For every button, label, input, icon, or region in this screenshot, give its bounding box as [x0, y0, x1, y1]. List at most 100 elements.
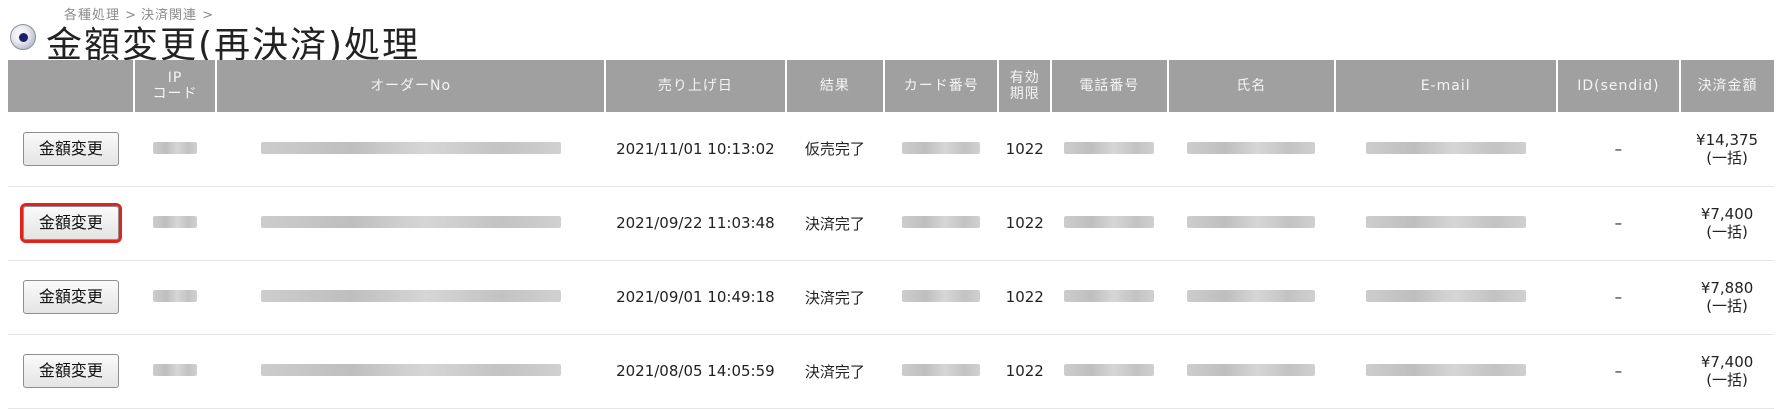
- ip-code-cell: [133, 112, 217, 187]
- order-no-cell: [216, 112, 606, 187]
- column-header-email: E-mail: [1334, 60, 1558, 112]
- redacted-card-no: [902, 216, 981, 228]
- redacted-name: [1187, 364, 1316, 376]
- column-header-name: 氏名: [1167, 60, 1336, 112]
- change-amount-button[interactable]: 金額変更: [22, 280, 119, 314]
- name-cell: [1167, 334, 1335, 409]
- name-cell: [1167, 260, 1335, 335]
- redacted-ip-code: [152, 216, 197, 228]
- column-header-ip-code-line2: コード: [152, 86, 198, 102]
- amount-value: ¥7,400: [1700, 205, 1754, 223]
- redacted-order-no: [260, 141, 561, 154]
- column-header-expiry-line1: 有効: [1009, 69, 1040, 86]
- amount-value: ¥14,375: [1696, 130, 1759, 149]
- order-no-cell: [216, 260, 606, 335]
- title-bullet-icon: [10, 24, 36, 50]
- transactions-table: IP コード オーダーNo 売り上げ日 結果 カード番号 有効 期限 電話番号 …: [8, 60, 1774, 409]
- payment-type: (一括): [1706, 371, 1748, 389]
- column-header-phone: 電話番号: [1051, 60, 1169, 112]
- id-sendid-cell: –: [1556, 186, 1681, 261]
- redacted-phone: [1064, 364, 1155, 376]
- card-no-cell: [884, 260, 999, 335]
- sale-date-cell: 2021/09/22 11:03:48: [605, 186, 786, 261]
- email-cell: [1334, 260, 1557, 335]
- card-no-cell: [884, 112, 999, 187]
- sale-date-cell: 2021/08/05 14:05:59: [605, 334, 786, 409]
- column-header-amount: 決済金額: [1680, 60, 1774, 112]
- amount-cell: ¥7,880 (一括): [1680, 260, 1774, 335]
- phone-cell: [1051, 186, 1168, 261]
- redacted-name: [1187, 141, 1316, 154]
- redacted-order-no: [260, 216, 561, 228]
- phone-cell: [1051, 112, 1168, 187]
- sale-date-cell: 2021/09/01 10:49:18: [605, 260, 786, 335]
- order-no-cell: [216, 186, 606, 261]
- amount-cell: ¥7,400 (一括): [1680, 334, 1774, 409]
- id-sendid-cell: –: [1556, 334, 1681, 409]
- email-cell: [1334, 186, 1557, 261]
- result-cell: 決済完了: [785, 186, 885, 261]
- sale-date-cell: 2021/11/01 10:13:02: [605, 112, 786, 187]
- redacted-ip-code: [152, 290, 197, 302]
- column-header-id-sendid: ID(sendid): [1556, 60, 1682, 112]
- column-header-ip-code: IP コード: [133, 60, 218, 112]
- redacted-email: [1365, 364, 1526, 376]
- column-header-expiry: 有効 期限: [998, 60, 1053, 112]
- result-cell: 決済完了: [785, 334, 885, 409]
- redacted-ip-code: [152, 141, 197, 154]
- redacted-phone: [1064, 141, 1155, 154]
- table-row: 金額変更 2021/08/05 14:05:59 決済完了 1022 – ¥7,…: [8, 334, 1774, 409]
- card-no-cell: [884, 334, 999, 409]
- redacted-order-no: [260, 364, 561, 376]
- expiry-cell: 1022: [998, 334, 1052, 409]
- change-amount-button[interactable]: 金額変更: [22, 354, 119, 388]
- redacted-name: [1187, 216, 1316, 228]
- expiry-cell: 1022: [998, 260, 1052, 335]
- redacted-card-no: [902, 364, 981, 376]
- change-amount-button[interactable]: 金額変更: [22, 131, 119, 166]
- phone-cell: [1051, 260, 1168, 335]
- change-amount-button-highlighted[interactable]: 金額変更: [22, 206, 119, 240]
- payment-type: (一括): [1706, 223, 1748, 241]
- payment-type: (一括): [1706, 148, 1748, 167]
- ip-code-cell: [133, 186, 217, 261]
- order-no-cell: [216, 334, 606, 409]
- table-header-row: IP コード オーダーNo 売り上げ日 結果 カード番号 有効 期限 電話番号 …: [8, 60, 1774, 112]
- column-header-order-no: オーダーNo: [216, 60, 607, 112]
- amount-cell: ¥7,400 (一括): [1680, 186, 1774, 261]
- table-row: 金額変更 2021/09/22 11:03:48 決済完了 1022 – ¥7,…: [8, 186, 1774, 261]
- id-sendid-cell: –: [1556, 260, 1681, 335]
- redacted-ip-code: [152, 364, 197, 376]
- amount-cell: ¥14,375 (一括): [1680, 112, 1774, 187]
- column-header-expiry-line2: 期限: [1009, 86, 1040, 102]
- redacted-phone: [1064, 216, 1155, 228]
- column-header-card-no: カード番号: [884, 60, 1000, 112]
- ip-code-cell: [133, 334, 217, 409]
- redacted-order-no: [260, 290, 561, 302]
- card-no-cell: [884, 186, 999, 261]
- expiry-cell: 1022: [998, 186, 1052, 261]
- action-cell: 金額変更: [8, 112, 134, 187]
- redacted-email: [1365, 290, 1526, 302]
- id-sendid-cell: –: [1556, 112, 1681, 187]
- redacted-email: [1365, 141, 1526, 154]
- ip-code-cell: [133, 260, 217, 335]
- expiry-cell: 1022: [998, 112, 1052, 187]
- phone-cell: [1051, 334, 1168, 409]
- result-cell: 決済完了: [785, 260, 885, 335]
- column-header-sale-date: 売り上げ日: [605, 60, 787, 112]
- email-cell: [1334, 112, 1557, 187]
- amount-value: ¥7,880: [1700, 279, 1754, 297]
- redacted-email: [1365, 216, 1526, 228]
- redacted-card-no: [902, 141, 981, 154]
- action-cell: 金額変更: [8, 260, 134, 335]
- action-cell: 金額変更: [8, 186, 134, 261]
- amount-value: ¥7,400: [1700, 353, 1754, 371]
- redacted-name: [1187, 290, 1316, 302]
- page-header: 各種処理 > 決済関連 > 金額変更(再決済)処理: [0, 0, 1778, 66]
- name-cell: [1167, 112, 1335, 187]
- result-cell: 仮売完了: [785, 112, 885, 187]
- name-cell: [1167, 186, 1335, 261]
- column-header-ip-code-line1: IP: [167, 69, 183, 86]
- redacted-card-no: [902, 290, 981, 302]
